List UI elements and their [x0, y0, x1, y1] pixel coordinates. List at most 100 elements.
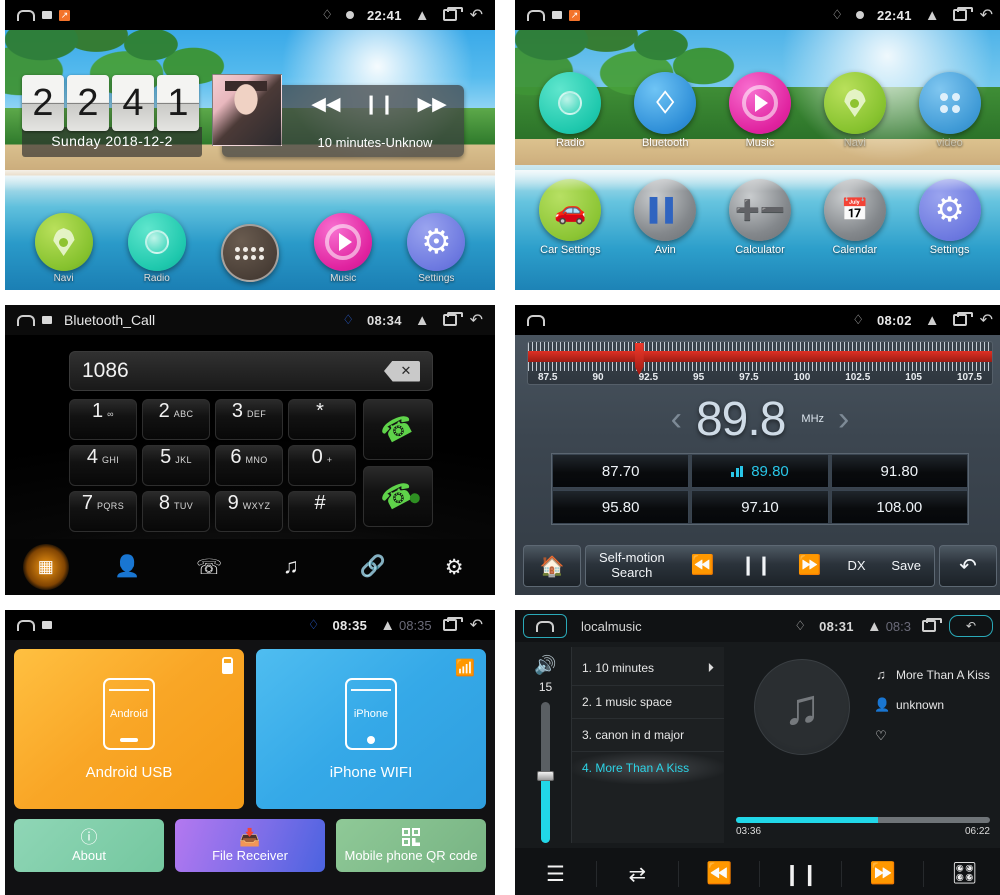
recents-icon[interactable]	[952, 312, 973, 326]
transfer-call-button[interactable]: ☎	[363, 466, 433, 527]
fast-forward-icon[interactable]: ▶▶	[417, 93, 446, 116]
app-item-music[interactable]: Music	[713, 72, 808, 179]
key-3[interactable]: 3 DEF	[215, 399, 283, 440]
expand-up-icon[interactable]: ▲	[380, 617, 395, 634]
recents-icon[interactable]	[952, 7, 973, 21]
heart-icon[interactable]: ♡	[874, 728, 888, 744]
tab-dialpad[interactable]: ▦	[5, 539, 87, 595]
recents-icon[interactable]	[442, 312, 463, 326]
app-item-navi[interactable]: Navi	[807, 72, 902, 179]
key-6[interactable]: 6 MNO	[215, 445, 283, 486]
dx-button[interactable]: DX	[847, 558, 865, 574]
key-star[interactable]: *	[288, 399, 356, 440]
frequency-up-icon[interactable]: ›	[838, 400, 849, 439]
expand-up-icon[interactable]: ▲	[415, 7, 430, 24]
tab-settings[interactable]: ⚙	[413, 539, 495, 595]
app-item-bluetooth[interactable]: ♢ Bluetooth	[618, 72, 713, 179]
key-5[interactable]: 5 JKL	[142, 445, 210, 486]
home-icon[interactable]	[527, 9, 545, 21]
list-item[interactable]: 2. 1 music space	[572, 686, 724, 719]
expand-up-icon[interactable]: ▲	[925, 7, 940, 24]
progress-track[interactable]	[736, 817, 990, 823]
list-item[interactable]: 3. canon in d major	[572, 719, 724, 752]
next-button[interactable]: ⏩	[842, 861, 925, 887]
playlist-button[interactable]: ☰	[515, 861, 597, 887]
dock-item-settings[interactable]: ⚙ Settings	[400, 213, 472, 284]
about-button[interactable]: ⓘ About	[14, 819, 164, 872]
key-7[interactable]: 7 PQRS	[69, 491, 137, 532]
card-iphone-wifi[interactable]: 📶 iPhone iPhone WIFI	[256, 649, 486, 809]
key-9[interactable]: 9 WXYZ	[215, 491, 283, 532]
equalizer-button[interactable]: 🎛	[924, 861, 1000, 887]
recents-icon[interactable]	[442, 7, 463, 21]
volume-slider[interactable]	[537, 702, 554, 843]
playback-progress[interactable]: 03:36 06:22	[736, 817, 990, 837]
dock-item-navi[interactable]: Navi	[28, 213, 100, 284]
volume-control[interactable]: 🔊 15	[520, 647, 572, 843]
key-hash[interactable]: #	[288, 491, 356, 532]
home-button[interactable]	[523, 614, 567, 638]
tab-link[interactable]: 🔗	[332, 539, 414, 595]
back-icon[interactable]: ↶	[470, 5, 483, 25]
back-button[interactable]: ↶	[949, 615, 993, 637]
pause-icon[interactable]: ❙❙	[363, 93, 395, 116]
frequency-scale[interactable]: 87.5 90 92.5 95 97.5 100 102.5 105 107.5	[527, 341, 993, 385]
key-2[interactable]: 2 ABC	[142, 399, 210, 440]
prev-track-icon[interactable]: ⏪	[691, 555, 715, 577]
preset-6[interactable]: 108.00	[830, 490, 968, 524]
phone-number-display[interactable]: 1086 ✕	[69, 351, 433, 391]
recents-icon[interactable]	[442, 617, 463, 631]
preset-5[interactable]: 97.10	[691, 490, 829, 524]
frequency-down-icon[interactable]: ‹	[671, 400, 682, 439]
expand-up-icon[interactable]: ▲	[867, 618, 882, 635]
call-button[interactable]: ☎	[363, 399, 433, 460]
tab-bt-music[interactable]: ♫	[250, 539, 332, 595]
key-8[interactable]: 8 TUV	[142, 491, 210, 532]
back-button[interactable]: ↶	[939, 545, 997, 587]
app-item-video[interactable]: video	[902, 72, 997, 179]
dock-item-app-drawer[interactable]	[214, 224, 286, 284]
dock-item-music[interactable]: Music	[307, 213, 379, 284]
back-icon[interactable]: ↶	[980, 310, 993, 330]
backspace-icon[interactable]: ✕	[384, 360, 420, 382]
self-motion-search-button[interactable]: Self-motion Search	[599, 550, 665, 581]
app-item-calendar[interactable]: 📅 Calendar	[807, 179, 902, 286]
preset-4[interactable]: 95.80	[552, 490, 690, 524]
key-4[interactable]: 4 GHI	[69, 445, 137, 486]
app-item-calculator[interactable]: ➕➖ Calculator	[713, 179, 808, 286]
dock-item-radio[interactable]: Radio	[121, 213, 193, 284]
card-android-usb[interactable]: Android Android USB	[14, 649, 244, 809]
home-icon[interactable]	[17, 314, 35, 326]
play-circle-icon[interactable]: ⏵	[708, 660, 715, 676]
preset-3[interactable]: 91.80	[830, 454, 968, 488]
preset-2[interactable]: 89.80	[691, 454, 829, 488]
repeat-button[interactable]: ⇄	[597, 861, 679, 887]
qr-code-button[interactable]: Mobile phone QR code	[336, 819, 486, 872]
app-item-settings[interactable]: ⚙ Settings	[902, 179, 997, 286]
volume-slider-knob[interactable]	[537, 770, 554, 781]
expand-up-icon[interactable]: ▲	[925, 312, 940, 329]
recents-icon[interactable]	[922, 618, 942, 632]
pause-button[interactable]: ❙❙	[760, 861, 843, 887]
home-icon[interactable]	[527, 314, 545, 326]
app-item-radio[interactable]: Radio	[523, 72, 618, 179]
tab-call-history[interactable]: ☏	[168, 539, 250, 595]
music-widget[interactable]: ◀◀ ❙❙ ▶▶ 10 minutes-Unknow	[212, 74, 464, 157]
save-button[interactable]: Save	[891, 558, 921, 574]
back-icon[interactable]: ↶	[980, 5, 993, 25]
back-icon[interactable]: ↶	[470, 310, 483, 330]
app-item-car-settings[interactable]: 🚗 Car Settings	[523, 179, 618, 286]
app-item-avin[interactable]: ▌▌ Avin	[618, 179, 713, 286]
key-0[interactable]: 0 +	[288, 445, 356, 486]
key-1[interactable]: 1 ∞	[69, 399, 137, 440]
pause-icon[interactable]: ❙❙	[740, 555, 772, 577]
list-item[interactable]: 1. 10 minutes ⏵	[572, 651, 724, 686]
preset-1[interactable]: 87.70	[552, 454, 690, 488]
next-track-icon[interactable]: ⏩	[798, 555, 822, 577]
back-icon[interactable]: ↶	[470, 615, 483, 635]
tab-contacts[interactable]: 👤	[87, 539, 169, 595]
expand-up-icon[interactable]: ▲	[415, 312, 430, 329]
home-icon[interactable]	[17, 619, 35, 631]
previous-button[interactable]: ⏪	[679, 861, 761, 887]
rewind-icon[interactable]: ◀◀	[311, 93, 340, 116]
